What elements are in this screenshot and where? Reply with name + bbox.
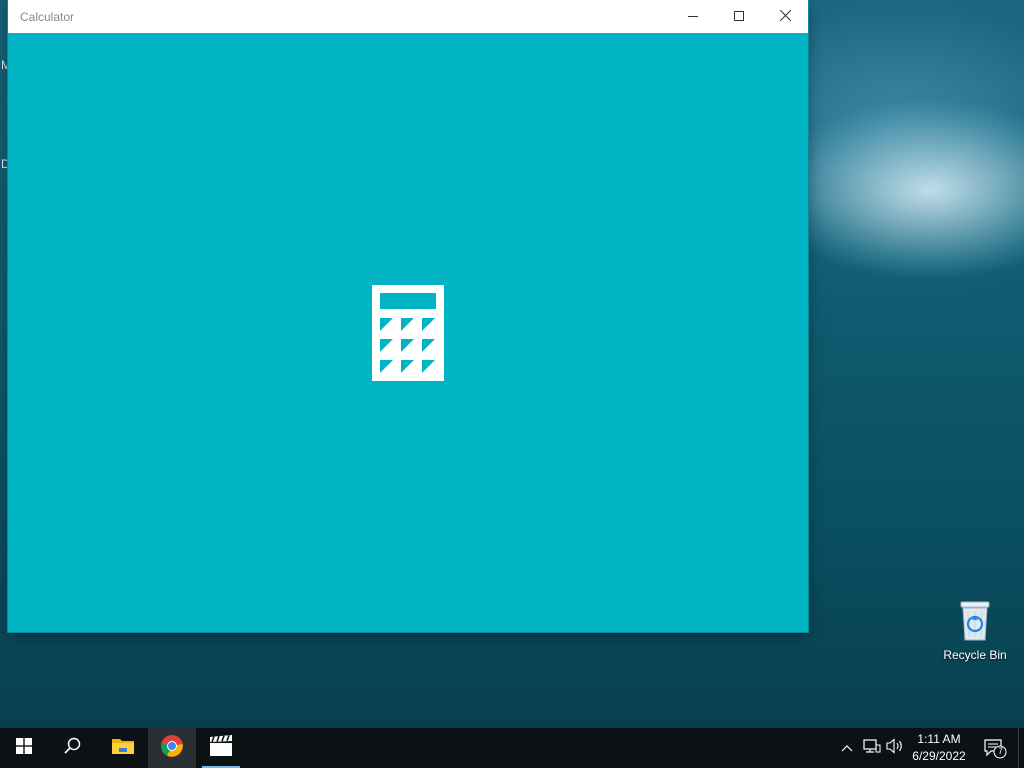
calculator-window[interactable]: Calculator	[8, 0, 808, 632]
minimize-icon	[688, 8, 698, 26]
maximize-icon	[734, 8, 744, 26]
maximize-button[interactable]	[716, 0, 762, 33]
close-button[interactable]	[762, 0, 808, 33]
windows-start-icon	[16, 737, 32, 759]
action-center-button[interactable]: 7	[978, 728, 1012, 768]
notification-icon: 7	[983, 737, 1007, 759]
network-icon	[863, 738, 881, 759]
show-desktop-button[interactable]	[1018, 728, 1024, 768]
volume-button[interactable]	[884, 728, 906, 768]
network-button[interactable]	[860, 728, 884, 768]
search-icon	[63, 737, 81, 760]
chrome-icon	[160, 734, 184, 763]
start-button[interactable]	[0, 728, 48, 768]
recycle-bin-icon	[958, 600, 992, 642]
taskbar-chrome[interactable]	[148, 728, 196, 768]
notification-count: 7	[997, 746, 1003, 756]
close-icon	[779, 8, 791, 26]
speaker-icon	[886, 737, 904, 759]
clock-date: 6/29/2022	[912, 749, 966, 763]
clapperboard-icon	[209, 734, 233, 762]
title-bar[interactable]: Calculator	[8, 0, 808, 33]
taskbar-file-explorer[interactable]	[100, 728, 146, 768]
folder-icon	[111, 736, 135, 761]
minimize-button[interactable]	[670, 0, 716, 33]
clock[interactable]: 1:11 AM 6/29/2022	[906, 731, 972, 765]
desktop-icon-recycle-bin[interactable]: Recycle Bin	[938, 600, 1012, 662]
calculator-icon	[372, 285, 444, 381]
taskbar: 1:11 AM 6/29/2022 7	[0, 728, 1024, 768]
recycle-bin-label: Recycle Bin	[943, 648, 1007, 662]
taskbar-movies-tv[interactable]	[200, 728, 242, 768]
clock-time: 1:11 AM	[917, 732, 961, 746]
chevron-up-icon	[841, 739, 853, 757]
window-title: Calculator	[20, 10, 75, 24]
show-hidden-icons-button[interactable]	[838, 728, 856, 768]
search-button[interactable]	[48, 728, 96, 768]
